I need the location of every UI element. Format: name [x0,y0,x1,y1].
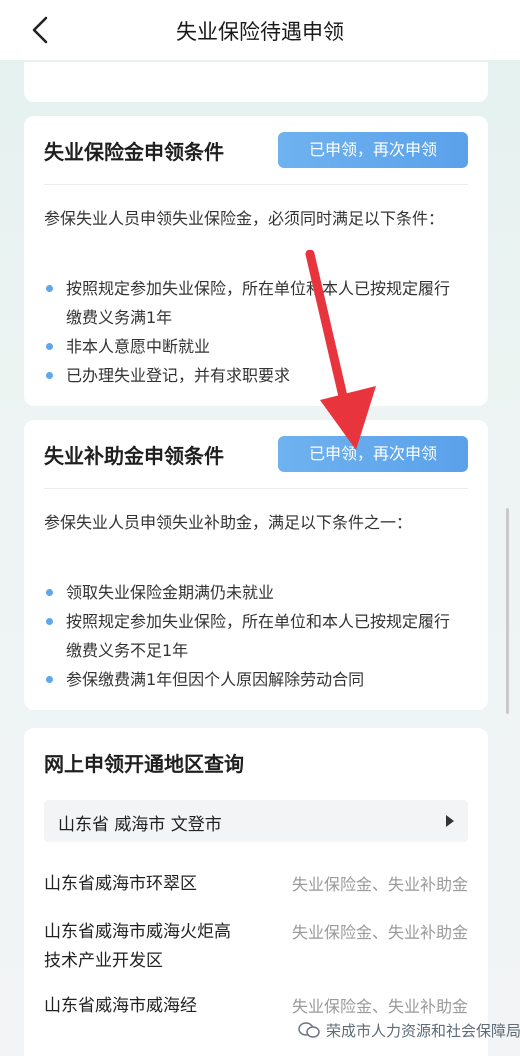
region-name: 山东省威海市威海经 [44,996,197,1016]
watermark-text: 荣成市人力资源和社会保障局 [326,1022,520,1040]
red-arrow-annotation [305,250,376,450]
list-item: 非本人意愿中断就业 [44,332,464,361]
subsidy-conditions-list: 领取失业保险金期满仍未就业 按照规定参加失业保险，所在单位和本人已按规定履行缴费… [44,578,464,694]
region-name: 山东省威海市环翠区 [44,874,197,894]
page-title: 失业保险待遇申领 [176,20,344,44]
scrollbar[interactable] [506,508,509,714]
reapply-insurance-button[interactable]: 已申领，再次申领 [278,132,468,168]
insurance-conditions-title: 失业保险金申领条件 [44,140,224,164]
bullet-icon [46,618,53,625]
region-select-value: 山东省 威海市 文登市 [58,815,222,835]
insurance-conditions-card: 失业保险金申领条件 已申领，再次申领 参保失业人员申领失业保险金，必须同时满足以… [24,116,488,406]
bullet-icon [46,343,53,350]
watermark: 荣成市人力资源和社会保障局 [298,1016,520,1046]
nav-bar: 失业保险待遇申领 [0,0,520,60]
bullet-icon [46,589,53,596]
subsidy-intro: 参保失业人员申领失业补助金，满足以下条件之一： [44,513,413,532]
bullet-icon [46,372,53,379]
online-regions-title: 网上申领开通地区查询 [44,752,244,776]
bullet-icon [46,676,53,683]
subsidy-conditions-title: 失业补助金申领条件 [44,444,224,468]
caret-right-icon [446,815,454,827]
region-types: 失业保险金、失业补助金 [291,923,468,942]
insurance-conditions-list: 按照规定参加失业保险，所在单位和本人已按规定履行缴费义务满1年 非本人意愿中断就… [44,274,464,390]
list-item: 已办理失业登记，并有求职要求 [44,361,464,390]
wechat-icon [298,1022,320,1038]
list-item: 按照规定参加失业保险，所在单位和本人已按规定履行缴费义务不足1年 [44,607,464,665]
divider [44,488,468,489]
table-row: 山东省威海市威海火炬高技术产业开发区 失业保险金、失业补助金 [44,918,468,978]
region-types: 失业保险金、失业补助金 [291,875,468,894]
region-select[interactable]: 山东省 威海市 文登市 [44,800,468,842]
list-item: 参保缴费满1年但因个人原因解除劳动合同 [44,665,464,694]
list-item: 领取失业保险金期满仍未就业 [44,578,464,607]
list-item: 按照规定参加失业保险，所在单位和本人已按规定履行缴费义务满1年 [44,274,464,332]
divider [44,184,468,185]
bullet-icon [46,285,53,292]
region-name: 山东省威海市威海火炬高技术产业开发区 [44,922,231,971]
insurance-intro: 参保失业人员申领失业保险金，必须同时满足以下条件： [44,209,445,228]
table-row: 山东省威海市环翠区 失业保险金、失业补助金 [44,870,468,900]
online-regions-card: 网上申领开通地区查询 山东省 威海市 文登市 山东省威海市环翠区 失业保险金、失… [24,728,488,1056]
subsidy-conditions-card: 失业补助金申领条件 已申领，再次申领 参保失业人员申领失业补助金，满足以下条件之… [24,420,488,710]
previous-card [24,62,488,102]
